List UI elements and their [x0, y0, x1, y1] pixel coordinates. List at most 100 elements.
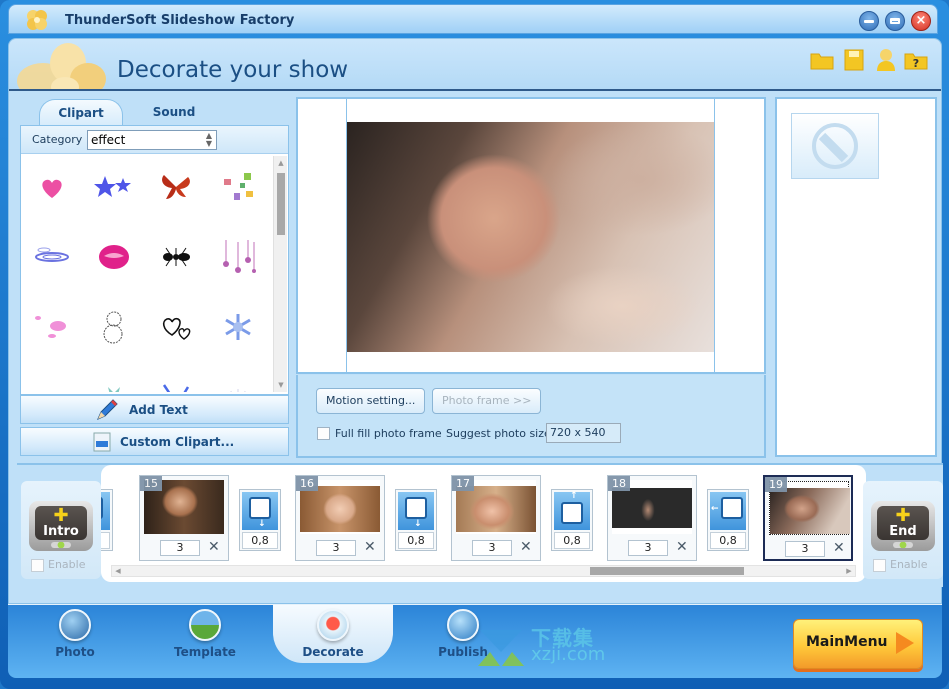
user-icon[interactable] — [873, 47, 899, 73]
clipart-item[interactable] — [151, 162, 201, 212]
transition-thumb: ↑ — [554, 491, 590, 530]
timeline: ✚Intro Enable 8 15 3 ✕ ↓ — [17, 463, 943, 587]
motion-setting-button[interactable]: Motion setting... — [316, 388, 426, 414]
clipart-item[interactable] — [213, 302, 263, 352]
app-logo-icon — [27, 10, 47, 30]
slide-17[interactable]: 17 3 ✕ — [451, 475, 541, 561]
pink-lips-icon — [99, 245, 129, 269]
full-fill-checkbox[interactable] — [317, 427, 330, 440]
delete-slide-icon[interactable]: ✕ — [364, 539, 376, 555]
preview-photo[interactable] — [347, 122, 714, 352]
nav-tab-template[interactable]: Template — [160, 609, 250, 669]
preview-canvas[interactable] — [296, 97, 766, 374]
clipart-item[interactable] — [151, 302, 201, 352]
slide-duration[interactable]: 3 — [316, 540, 356, 556]
transition[interactable]: ↑ 0,8 — [551, 489, 593, 551]
slide-duration[interactable]: 3 — [785, 541, 825, 557]
end-button[interactable]: ✚ End — [871, 501, 935, 551]
intro-enable[interactable]: Enable — [31, 558, 85, 572]
pink-heart-icon — [42, 179, 62, 198]
pink-drops-icon — [223, 240, 256, 273]
clipart-item[interactable] — [89, 162, 139, 212]
minimize-button[interactable] — [859, 11, 879, 31]
transition[interactable]: ↓ 0,8 — [395, 489, 437, 551]
tab-sound[interactable]: Sound — [139, 99, 209, 125]
clipart-item[interactable] — [89, 302, 139, 352]
scroll-right-icon[interactable]: ▶ — [843, 566, 855, 576]
outline-hearts-icon — [162, 317, 191, 340]
slide-15[interactable]: 15 3 ✕ — [139, 475, 229, 561]
blue-rings-icon — [35, 247, 69, 262]
restore-button[interactable] — [885, 11, 905, 31]
help-icon[interactable]: ? — [903, 47, 929, 73]
slide-19[interactable]: 19 3 ✕ — [763, 475, 853, 561]
close-button[interactable]: × — [911, 11, 931, 31]
transition-thumb: ↓ — [242, 492, 278, 530]
slide-duration[interactable]: 3 — [628, 540, 668, 556]
clipart-item[interactable] — [89, 232, 139, 282]
delete-slide-icon[interactable]: ✕ — [520, 539, 532, 555]
nav-tab-decorate[interactable]: Decorate — [273, 605, 393, 663]
intro-screen: ✚ Intro — [35, 506, 87, 540]
custom-clipart-button[interactable]: Custom Clipart... — [20, 427, 289, 456]
scroll-up-icon[interactable]: ▲ — [274, 156, 288, 170]
slide-number: 16 — [296, 476, 318, 491]
clipart-item[interactable] — [89, 366, 139, 392]
slide-duration[interactable]: 3 — [160, 540, 200, 556]
arrow-down-icon: ↓ — [414, 519, 422, 529]
main-menu-button[interactable]: MainMenu — [793, 619, 923, 669]
transition[interactable]: ↓ 0,8 — [239, 489, 281, 551]
select-arrows-icon: ▲ ▼ — [205, 131, 212, 148]
delete-slide-icon[interactable]: ✕ — [208, 539, 220, 555]
window-title: ThunderSoft Slideshow Factory — [65, 13, 295, 28]
clipart-item[interactable] — [213, 232, 263, 282]
clipart-item[interactable] — [151, 366, 201, 392]
photo-frame-button[interactable]: Photo frame >> — [432, 388, 542, 414]
category-bar: Category effect ▲ ▼ — [21, 126, 288, 154]
tab-clipart[interactable]: Clipart — [39, 99, 123, 125]
page-title: Decorate your show — [117, 57, 349, 83]
intro-button[interactable]: ✚ Intro — [29, 501, 93, 551]
slide-photo — [612, 488, 692, 528]
intro-enable-checkbox[interactable] — [31, 558, 44, 572]
end-enable[interactable]: Enable — [873, 558, 927, 572]
nav-tab-photo[interactable]: Photo — [30, 609, 120, 669]
scroll-thumb[interactable] — [277, 173, 285, 235]
scroll-down-icon[interactable]: ▼ — [274, 378, 288, 392]
template-icon — [189, 609, 221, 641]
delete-slide-icon[interactable]: ✕ — [833, 540, 845, 556]
clipart-item[interactable] — [151, 232, 201, 282]
watermark-url: xzji.com — [531, 644, 606, 665]
slide-duration[interactable]: 3 — [472, 540, 512, 556]
timeline-scroll-thumb[interactable] — [590, 567, 744, 575]
folder-icon[interactable] — [809, 47, 835, 73]
transition[interactable]: ← 0,8 — [707, 489, 749, 551]
transition-value: 0,8 — [242, 532, 278, 549]
category-select[interactable]: effect ▲ ▼ — [87, 130, 217, 150]
clover-logo-icon — [17, 43, 106, 89]
clipart-item[interactable] — [27, 302, 77, 352]
delete-slide-icon[interactable]: ✕ — [676, 539, 688, 555]
clipart-item[interactable] — [27, 232, 77, 282]
clipart-scrollbar[interactable]: ▲ ▼ — [273, 156, 287, 392]
intro-label: Intro — [43, 524, 79, 539]
scroll-left-icon[interactable]: ◀ — [112, 566, 124, 576]
no-clipart-placeholder — [791, 113, 879, 179]
nav-tab-label: Template — [174, 645, 236, 659]
clipart-preview-panel — [775, 97, 937, 457]
timeline-scrollbar[interactable]: ◀ ▶ — [111, 565, 856, 577]
clipart-item[interactable] — [213, 366, 263, 392]
add-text-button[interactable]: Add Text — [20, 395, 289, 424]
blue-splash-icon — [162, 384, 190, 392]
watermark: 下载集 xzji.com — [476, 626, 605, 671]
clipart-item[interactable] — [27, 366, 77, 392]
clipart-item[interactable] — [27, 162, 77, 212]
app-window: ThunderSoft Slideshow Factory × Decorate… — [0, 0, 949, 689]
slide-16[interactable]: 16 3 ✕ — [295, 475, 385, 561]
title-bar[interactable]: ThunderSoft Slideshow Factory × — [8, 4, 938, 34]
end-enable-checkbox[interactable] — [873, 558, 886, 572]
save-icon[interactable] — [841, 47, 867, 73]
transition-partial[interactable]: 8 — [101, 489, 113, 551]
clipart-item[interactable] — [213, 162, 263, 212]
slide-18[interactable]: 18 3 ✕ — [607, 475, 697, 561]
